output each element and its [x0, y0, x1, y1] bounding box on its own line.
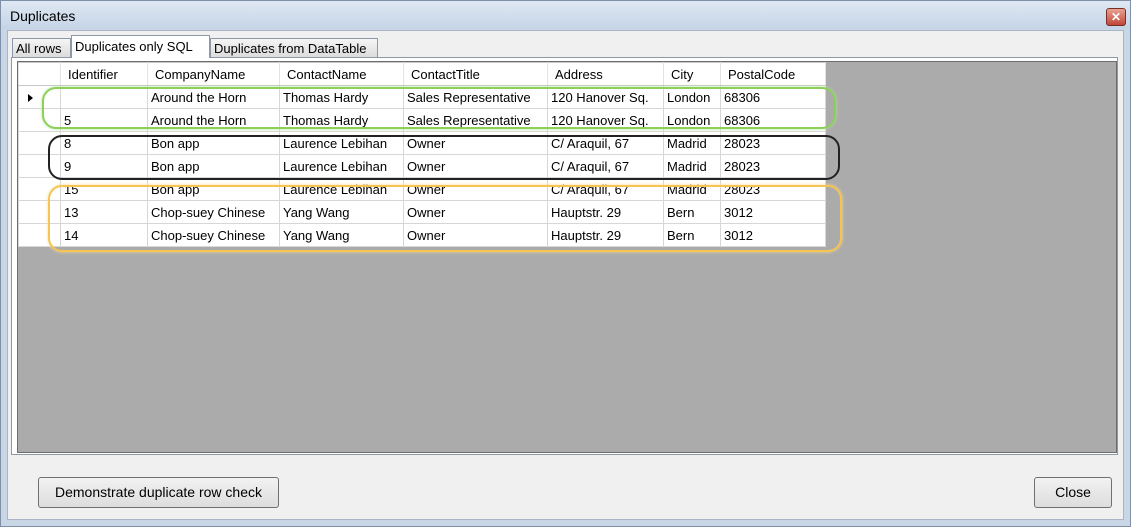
column-header-contacttitle[interactable]: ContactTitle: [403, 62, 548, 86]
cell-city[interactable]: Madrid: [663, 154, 721, 178]
row-header[interactable]: [18, 223, 61, 247]
table-row[interactable]: 4 Around the Horn Thomas Hardy Sales Rep…: [18, 85, 826, 109]
table-row[interactable]: 15 Bon app Laurence Lebihan Owner C/ Ara…: [18, 177, 826, 201]
cell-postalcode[interactable]: 3012: [720, 200, 826, 224]
cell-contacttitle[interactable]: Sales Representative: [403, 85, 548, 109]
cell-city[interactable]: London: [663, 108, 721, 132]
cell-postalcode[interactable]: 68306: [720, 85, 826, 109]
cell-contactname[interactable]: Thomas Hardy: [279, 108, 404, 132]
cell-contactname[interactable]: Laurence Lebihan: [279, 177, 404, 201]
current-row-arrow-icon: [28, 94, 33, 103]
cell-contacttitle[interactable]: Owner: [403, 200, 548, 224]
cell-contacttitle[interactable]: Sales Representative: [403, 108, 548, 132]
row-header[interactable]: [18, 154, 61, 178]
row-header[interactable]: [18, 85, 61, 109]
tab-all-rows[interactable]: All rows: [12, 38, 71, 57]
cell-city[interactable]: Bern: [663, 223, 721, 247]
cell-city[interactable]: London: [663, 85, 721, 109]
table-row[interactable]: 14 Chop-suey Chinese Yang Wang Owner Hau…: [18, 223, 826, 247]
table-row[interactable]: 8 Bon app Laurence Lebihan Owner C/ Araq…: [18, 131, 826, 155]
cell-postalcode[interactable]: 28023: [720, 131, 826, 155]
cell-postalcode[interactable]: 68306: [720, 108, 826, 132]
window-title: Duplicates: [10, 8, 76, 24]
cell-contacttitle[interactable]: Owner: [403, 131, 548, 155]
row-header[interactable]: [18, 108, 61, 132]
cell-companyname[interactable]: Chop-suey Chinese: [147, 223, 280, 247]
close-icon[interactable]: ✕: [1106, 8, 1126, 26]
cell-identifier[interactable]: 5: [60, 108, 148, 132]
cell-address[interactable]: C/ Araquil, 67: [547, 177, 664, 201]
cell-identifier[interactable]: 13: [60, 200, 148, 224]
cell-contactname[interactable]: Thomas Hardy: [279, 85, 404, 109]
close-button[interactable]: Close: [1034, 477, 1112, 508]
cell-postalcode[interactable]: 28023: [720, 177, 826, 201]
table-row[interactable]: 13 Chop-suey Chinese Yang Wang Owner Hau…: [18, 200, 826, 224]
cell-companyname[interactable]: Bon app: [147, 131, 280, 155]
cell-city[interactable]: Madrid: [663, 177, 721, 201]
cell-address[interactable]: Hauptstr. 29: [547, 223, 664, 247]
table-row[interactable]: 5 Around the Horn Thomas Hardy Sales Rep…: [18, 108, 826, 132]
cell-postalcode[interactable]: 3012: [720, 223, 826, 247]
column-header-address[interactable]: Address: [547, 62, 664, 86]
cell-companyname[interactable]: Around the Horn: [147, 85, 280, 109]
client-area: All rows Duplicates only SQL Duplicates …: [7, 30, 1124, 520]
cell-address[interactable]: C/ Araquil, 67: [547, 154, 664, 178]
tab-duplicates-from-datatable[interactable]: Duplicates from DataTable: [210, 38, 378, 57]
cell-address[interactable]: 120 Hanover Sq.: [547, 108, 664, 132]
column-header-contactname[interactable]: ContactName: [279, 62, 404, 86]
cell-contactname[interactable]: Laurence Lebihan: [279, 154, 404, 178]
cell-address[interactable]: Hauptstr. 29: [547, 200, 664, 224]
cell-identifier[interactable]: 14: [60, 223, 148, 247]
cell-contactname[interactable]: Yang Wang: [279, 200, 404, 224]
cell-contacttitle[interactable]: Owner: [403, 154, 548, 178]
row-header[interactable]: [18, 177, 61, 201]
data-grid[interactable]: Identifier CompanyName ContactName Conta…: [17, 61, 1117, 453]
cell-contactname[interactable]: Laurence Lebihan: [279, 131, 404, 155]
cell-companyname[interactable]: Around the Horn: [147, 108, 280, 132]
cell-identifier[interactable]: 15: [60, 177, 148, 201]
cell-city[interactable]: Madrid: [663, 131, 721, 155]
cell-address[interactable]: C/ Araquil, 67: [547, 131, 664, 155]
cell-contactname[interactable]: Yang Wang: [279, 223, 404, 247]
column-header-companyname[interactable]: CompanyName: [147, 62, 280, 86]
column-header-identifier[interactable]: Identifier: [60, 62, 148, 86]
title-bar[interactable]: Duplicates ✕: [1, 1, 1130, 29]
cell-contacttitle[interactable]: Owner: [403, 223, 548, 247]
duplicates-window: Duplicates ✕ All rows Duplicates only SQ…: [0, 0, 1131, 527]
demonstrate-duplicate-check-button[interactable]: Demonstrate duplicate row check: [38, 477, 279, 508]
row-header[interactable]: [18, 131, 61, 155]
table-row[interactable]: 9 Bon app Laurence Lebihan Owner C/ Araq…: [18, 154, 826, 178]
tab-duplicates-only-sql[interactable]: Duplicates only SQL: [71, 35, 210, 58]
cell-postalcode[interactable]: 28023: [720, 154, 826, 178]
grid-corner-header[interactable]: [18, 62, 61, 86]
cell-identifier[interactable]: 9: [60, 154, 148, 178]
tab-page: Identifier CompanyName ContactName Conta…: [11, 57, 1118, 455]
cell-companyname[interactable]: Bon app: [147, 177, 280, 201]
cell-contacttitle[interactable]: Owner: [403, 177, 548, 201]
cell-identifier[interactable]: 8: [60, 131, 148, 155]
column-header-postalcode[interactable]: PostalCode: [720, 62, 826, 86]
grid-header-row: Identifier CompanyName ContactName Conta…: [18, 62, 826, 86]
cell-identifier[interactable]: 4: [60, 85, 148, 109]
cell-companyname[interactable]: Chop-suey Chinese: [147, 200, 280, 224]
cell-address[interactable]: 120 Hanover Sq.: [547, 85, 664, 109]
cell-companyname[interactable]: Bon app: [147, 154, 280, 178]
column-header-city[interactable]: City: [663, 62, 721, 86]
cell-city[interactable]: Bern: [663, 200, 721, 224]
row-header[interactable]: [18, 200, 61, 224]
grid-table: Identifier CompanyName ContactName Conta…: [18, 62, 826, 247]
